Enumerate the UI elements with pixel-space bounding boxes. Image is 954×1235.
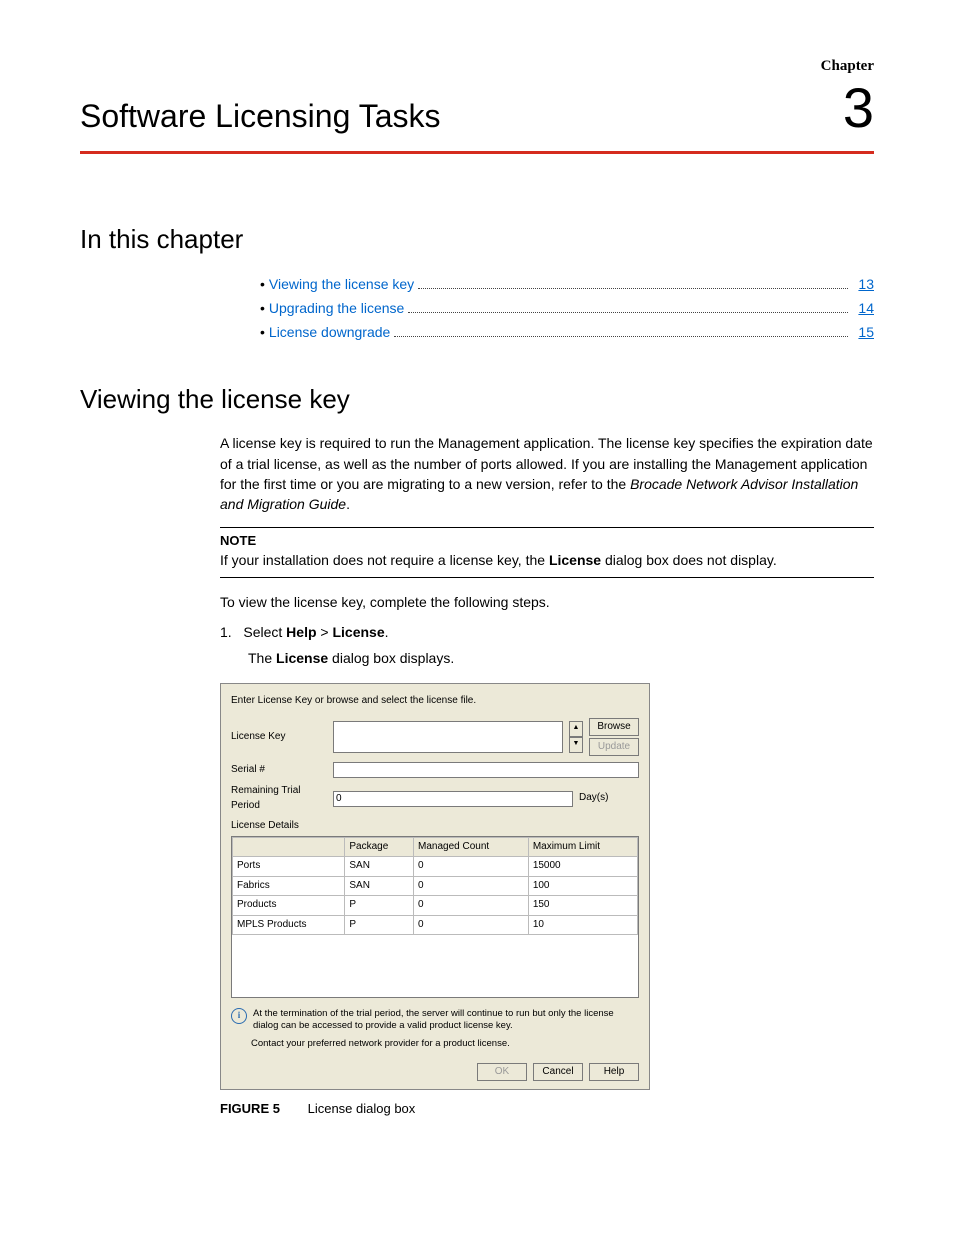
help-button[interactable]: Help	[589, 1063, 639, 1081]
toc-leader	[394, 336, 848, 337]
bullet-icon: •	[260, 297, 265, 321]
bullet-icon: •	[260, 321, 265, 345]
step-sep: >	[317, 624, 333, 640]
table-header-row: Package Managed Count Maximum Limit	[233, 837, 638, 857]
table-cell: 0	[414, 876, 529, 896]
table-cell: Ports	[233, 857, 345, 877]
step-sub-b: dialog box displays.	[328, 650, 454, 666]
table-row: Ports SAN 0 15000	[233, 857, 638, 877]
figure-caption-text: License dialog box	[308, 1101, 416, 1116]
toc-page-viewing[interactable]: 13	[852, 273, 874, 297]
browse-button[interactable]: Browse	[589, 718, 639, 736]
toc-leader	[418, 288, 848, 289]
table-header: Managed Count	[414, 837, 529, 857]
license-details-table: Package Managed Count Maximum Limit Port…	[231, 836, 639, 998]
label-license-details: License Details	[231, 819, 639, 834]
table-cell: Products	[233, 896, 345, 916]
figure-label: FIGURE 5	[220, 1101, 280, 1116]
table-row: Products P 0 150	[233, 896, 638, 916]
label-license-key: License Key	[231, 730, 327, 745]
dialog-instruction: Enter License Key or browse and select t…	[231, 694, 639, 709]
toc-page-downgrade[interactable]: 15	[852, 321, 874, 345]
chevron-down-icon[interactable]: ▼	[569, 737, 583, 753]
step-text-c: .	[385, 624, 389, 640]
note-label: NOTE	[220, 532, 874, 551]
chevron-up-icon[interactable]: ▲	[569, 721, 583, 737]
cancel-button[interactable]: Cancel	[533, 1063, 583, 1081]
table-cell: 0	[414, 896, 529, 916]
info-text-2: Contact your preferred network provider …	[251, 1038, 510, 1050]
table-cell: 10	[528, 915, 637, 935]
toc-link-downgrade[interactable]: License downgrade	[269, 321, 390, 345]
chapter-label: Chapter	[821, 58, 874, 75]
intro-text-b: .	[346, 496, 350, 512]
toc-item: • Upgrading the license 14	[260, 297, 874, 321]
note-text-a: If your installation does not require a …	[220, 552, 549, 568]
info-icon: i	[231, 1008, 247, 1024]
license-key-input[interactable]	[333, 721, 563, 753]
license-key-spinner[interactable]: ▲ ▼	[569, 721, 583, 753]
steps-intro: To view the license key, complete the fo…	[220, 592, 874, 612]
table-row: Fabrics SAN 0 100	[233, 876, 638, 896]
table-cell: MPLS Products	[233, 915, 345, 935]
update-button[interactable]: Update	[589, 738, 639, 756]
note-text-b: dialog box does not display.	[601, 552, 777, 568]
toc-list: • Viewing the license key 13 • Upgrading…	[80, 273, 874, 344]
table-cell: 150	[528, 896, 637, 916]
chapter-rule	[80, 151, 874, 154]
chapter-title: Software Licensing Tasks	[80, 80, 874, 145]
note-bold: License	[549, 552, 601, 568]
toc-page-upgrading[interactable]: 14	[852, 297, 874, 321]
table-cell: P	[345, 915, 414, 935]
table-cell: 15000	[528, 857, 637, 877]
table-cell: 0	[414, 857, 529, 877]
step-1: 1. Select Help > License.	[220, 622, 874, 642]
intro-paragraph: A license key is required to run the Man…	[220, 433, 874, 514]
bullet-icon: •	[260, 273, 265, 297]
section-viewing-license-key: Viewing the license key	[80, 384, 874, 415]
toc-item: • Viewing the license key 13	[260, 273, 874, 297]
ok-button[interactable]: OK	[477, 1063, 527, 1081]
step-text-a: Select	[243, 624, 286, 640]
toc-link-viewing[interactable]: Viewing the license key	[269, 273, 414, 297]
chapter-number: 3	[843, 80, 874, 136]
table-cell: 0	[414, 915, 529, 935]
info-text-1: At the termination of the trial period, …	[253, 1008, 639, 1033]
figure-caption: FIGURE 5 License dialog box	[220, 1100, 874, 1119]
step-sub-a: The	[248, 650, 276, 666]
label-remaining: Remaining Trial Period	[231, 784, 327, 813]
toc-item: • License downgrade 15	[260, 321, 874, 345]
serial-input[interactable]	[333, 762, 639, 778]
toc-link-upgrading[interactable]: Upgrading the license	[269, 297, 404, 321]
label-days: Day(s)	[579, 791, 639, 806]
label-serial: Serial #	[231, 763, 327, 778]
step-bold-help: Help	[286, 624, 316, 640]
table-cell: SAN	[345, 876, 414, 896]
toc-leader	[408, 312, 848, 313]
note-box: NOTE If your installation does not requi…	[220, 527, 874, 578]
step-number: 1.	[220, 624, 232, 640]
section-in-this-chapter: In this chapter	[80, 224, 874, 255]
table-cell: P	[345, 896, 414, 916]
step-sub-bold: License	[276, 650, 328, 666]
info-message-1: i At the termination of the trial period…	[231, 1008, 639, 1033]
note-text: If your installation does not require a …	[220, 550, 874, 570]
table-row: MPLS Products P 0 10	[233, 915, 638, 935]
step-1-sub: The License dialog box displays.	[248, 648, 874, 668]
table-header	[233, 837, 345, 857]
info-message-2: Contact your preferred network provider …	[231, 1038, 639, 1050]
table-cell: Fabrics	[233, 876, 345, 896]
table-cell: 100	[528, 876, 637, 896]
table-header: Package	[345, 837, 414, 857]
remaining-value: 0	[333, 791, 573, 807]
table-header: Maximum Limit	[528, 837, 637, 857]
license-dialog: Enter License Key or browse and select t…	[220, 683, 650, 1090]
table-cell: SAN	[345, 857, 414, 877]
step-bold-license: License	[332, 624, 384, 640]
